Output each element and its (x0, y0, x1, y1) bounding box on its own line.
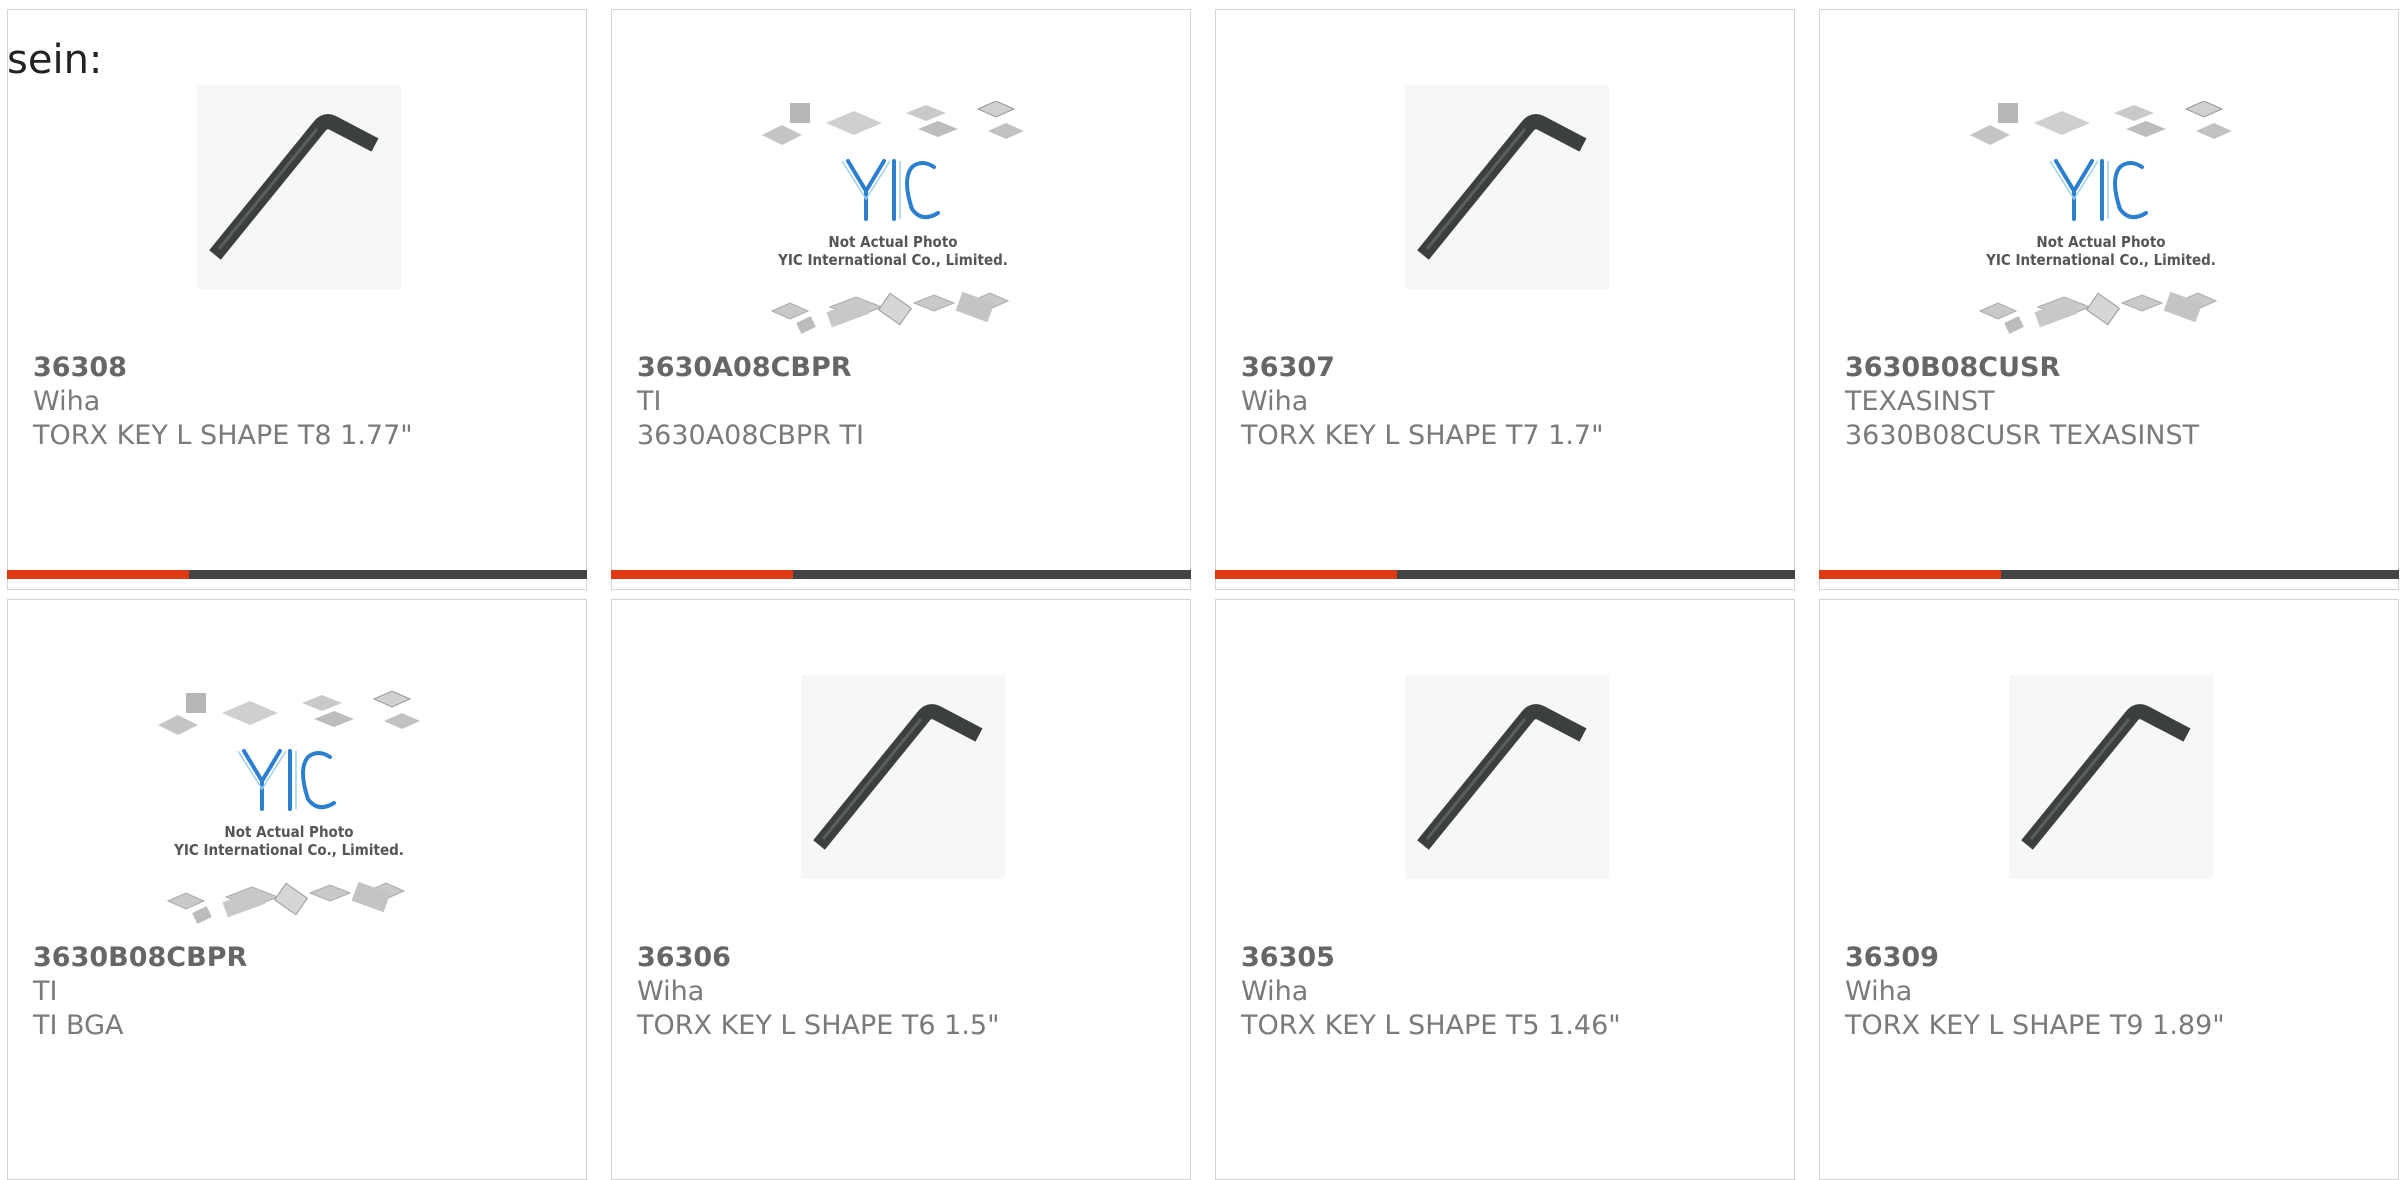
product-info: 36307 Wiha TORX KEY L SHAPE T7 1.7" (1241, 351, 1784, 453)
product-info: 3630A08CBPR TI 3630A08CBPR TI (637, 351, 1180, 453)
product-card-3630B08CBPR[interactable]: Not Actual Photo YIC International Co., L… (7, 599, 587, 1180)
product-image[interactable]: Not Actual Photo YIC International Co., L… (1970, 101, 2232, 335)
product-image[interactable] (197, 85, 401, 289)
not-actual-photo-icon: Not Actual PhotoYIC International Co., L… (1970, 101, 2232, 334)
product-info: 3630B08CBPR TI TI BGA (33, 941, 576, 1043)
product-card-36305[interactable]: 36305 Wiha TORX KEY L SHAPE T5 1.46" (1215, 599, 1795, 1180)
svg-text:Not Actual Photo: Not Actual Photo (2036, 233, 2165, 251)
manufacturer: TEXASINST (1845, 386, 1995, 417)
part-number[interactable]: 36309 (1845, 941, 2388, 975)
card-accent-bar-highlight (1215, 570, 1397, 579)
product-card-36309[interactable]: 36309 Wiha TORX KEY L SHAPE T9 1.89" (1819, 599, 2399, 1180)
svg-text:YIC International Co., Limited: YIC International Co., Limited. (777, 251, 1008, 269)
product-description: 3630A08CBPR TI (637, 420, 864, 451)
product-grid: 36308 Wiha TORX KEY L SHAPE T8 1.77" Not… (7, 9, 2399, 1180)
product-card-36307[interactable]: 36307 Wiha TORX KEY L SHAPE T7 1.7" (1215, 9, 1795, 590)
product-description: TORX KEY L SHAPE T7 1.7" (1241, 420, 1604, 451)
hex-key-icon (1417, 704, 1587, 850)
product-image[interactable] (1405, 675, 1609, 879)
card-accent-bar-highlight (7, 570, 189, 579)
part-number[interactable]: 3630B08CUSR (1845, 351, 2388, 385)
hex-key-icon (209, 114, 379, 260)
product-image[interactable]: Not Actual Photo YIC International Co., L… (762, 101, 1024, 335)
manufacturer: Wiha (33, 386, 101, 417)
product-image[interactable] (1405, 85, 1609, 289)
product-info: 3630B08CUSR TEXASINST 3630B08CUSR TEXASI… (1845, 351, 2388, 453)
manufacturer: Wiha (1241, 976, 1309, 1007)
product-image[interactable] (2009, 675, 2213, 879)
svg-text:Not Actual Photo: Not Actual Photo (224, 823, 353, 841)
manufacturer: Wiha (1241, 386, 1309, 417)
svg-text:YIC International Co., Limited: YIC International Co., Limited. (173, 841, 404, 859)
not-actual-photo-icon: Not Actual PhotoYIC International Co., L… (158, 691, 420, 924)
card-accent-bar (611, 570, 1191, 579)
product-card-3630B08CUSR[interactable]: Not Actual Photo YIC International Co., L… (1819, 9, 2399, 590)
product-description: TI BGA (33, 1010, 124, 1041)
product-info: 36309 Wiha TORX KEY L SHAPE T9 1.89" (1845, 941, 2388, 1043)
part-number[interactable]: 3630B08CBPR (33, 941, 576, 975)
product-image[interactable] (801, 675, 1005, 879)
part-number[interactable]: 36305 (1241, 941, 1784, 975)
part-number[interactable]: 36308 (33, 351, 576, 385)
hex-key-icon (2021, 704, 2191, 850)
product-description: TORX KEY L SHAPE T5 1.46" (1241, 1010, 1621, 1041)
product-card-36308[interactable]: 36308 Wiha TORX KEY L SHAPE T8 1.77" (7, 9, 587, 590)
not-actual-photo-icon: Not Actual PhotoYIC International Co., L… (762, 101, 1024, 334)
product-description: 3630B08CUSR TEXASINST (1845, 420, 2200, 451)
part-number[interactable]: 36307 (1241, 351, 1784, 385)
product-info: 36308 Wiha TORX KEY L SHAPE T8 1.77" (33, 351, 576, 453)
product-info: 36305 Wiha TORX KEY L SHAPE T5 1.46" (1241, 941, 1784, 1043)
product-description: TORX KEY L SHAPE T8 1.77" (33, 420, 413, 451)
lead-text: sein: (7, 37, 103, 83)
card-accent-bar (1215, 570, 1795, 579)
product-card-36306[interactable]: 36306 Wiha TORX KEY L SHAPE T6 1.5" (611, 599, 1191, 1180)
manufacturer: TI (33, 976, 58, 1007)
manufacturer: Wiha (637, 976, 705, 1007)
manufacturer: TI (637, 386, 662, 417)
hex-key-icon (1417, 114, 1587, 260)
product-description: TORX KEY L SHAPE T9 1.89" (1845, 1010, 2225, 1041)
card-accent-bar-highlight (611, 570, 793, 579)
card-accent-bar (1819, 570, 2399, 579)
svg-text:Not Actual Photo: Not Actual Photo (828, 233, 957, 251)
product-image[interactable]: Not Actual Photo YIC International Co., L… (158, 691, 420, 925)
card-accent-bar (7, 570, 587, 579)
product-info: 36306 Wiha TORX KEY L SHAPE T6 1.5" (637, 941, 1180, 1043)
part-number[interactable]: 36306 (637, 941, 1180, 975)
svg-text:YIC International Co., Limited: YIC International Co., Limited. (1985, 251, 2216, 269)
hex-key-icon (813, 704, 983, 850)
card-accent-bar-highlight (1819, 570, 2001, 579)
part-number[interactable]: 3630A08CBPR (637, 351, 1180, 385)
manufacturer: Wiha (1845, 976, 1913, 1007)
product-card-3630A08CBPR[interactable]: Not Actual Photo YIC International Co., L… (611, 9, 1191, 590)
product-description: TORX KEY L SHAPE T6 1.5" (637, 1010, 1000, 1041)
